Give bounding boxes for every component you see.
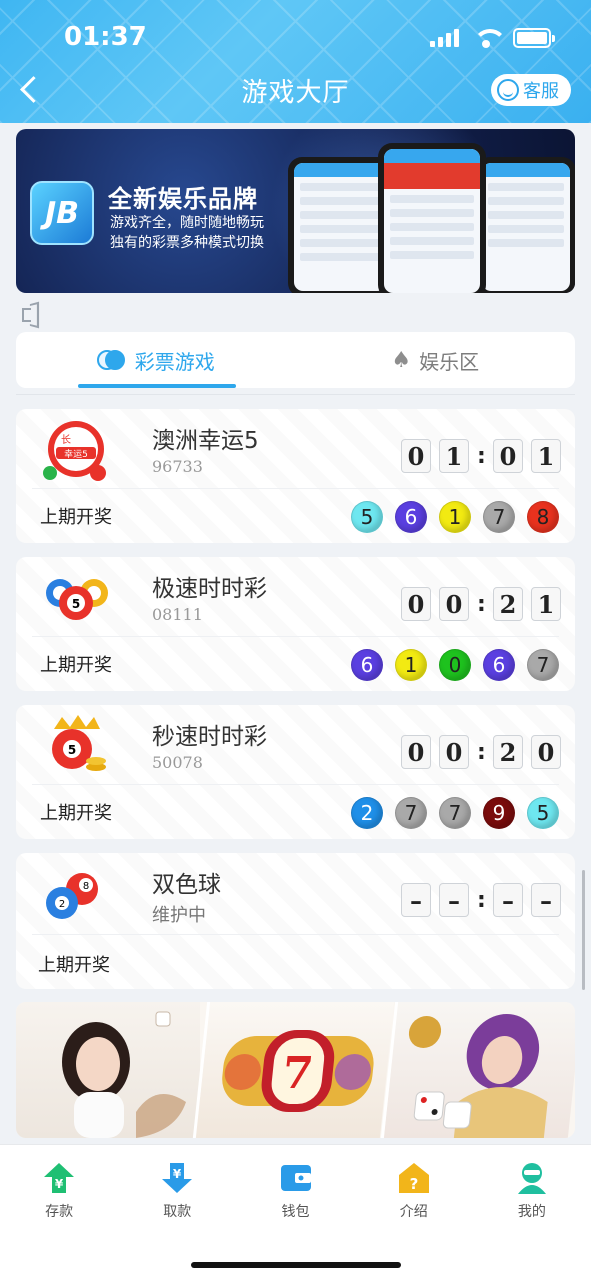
spade-icon: ♠: [391, 347, 412, 373]
scrollbar[interactable]: [582, 870, 585, 990]
lucky5-logo-icon: 幸运5 长: [43, 421, 106, 481]
nav-wallet[interactable]: 钱包: [236, 1145, 354, 1225]
divider: [16, 394, 575, 395]
dice-woman-illustration: [408, 1014, 548, 1138]
headset-icon: [497, 79, 519, 101]
result-ball: 6: [351, 649, 383, 681]
game-card-shuangseqiu[interactable]: 8 2 双色球 维护中 – – : – – 上期开奖: [16, 853, 575, 989]
svg-text:?: ?: [409, 1175, 418, 1193]
tab-lottery-label: 彩票游戏: [134, 349, 215, 374]
battery-icon: [513, 28, 555, 48]
result-ball: 8: [527, 501, 559, 533]
svg-text:¥: ¥: [173, 1167, 182, 1181]
tab-lottery[interactable]: 彩票游戏: [16, 332, 296, 388]
home-indicator[interactable]: [191, 1262, 401, 1268]
countdown-timer: – – : – –: [401, 883, 561, 917]
customer-service-button[interactable]: 客服: [491, 74, 571, 106]
brand-logo: JB: [30, 181, 94, 245]
countdown-timer: 0 0 : 2 0: [401, 735, 561, 769]
result-ball: 7: [439, 797, 471, 829]
svg-text:5: 5: [72, 597, 80, 611]
slot-machine-illustration: 7: [222, 1030, 374, 1112]
svg-text:幸运5: 幸运5: [64, 449, 88, 460]
game-issue: 96733: [152, 457, 203, 476]
lottery-balls-logo-icon: 5: [46, 579, 108, 620]
svg-text:¥: ¥: [55, 1177, 64, 1191]
app-header: 01:37 游戏大厅 客服: [0, 0, 591, 123]
promo-dice-games[interactable]: [380, 1002, 575, 1138]
game-name: 澳洲幸运5: [152, 428, 259, 454]
nav-withdraw[interactable]: ¥ 取款: [118, 1145, 236, 1225]
result-ball: 6: [483, 649, 515, 681]
category-tabs: 彩票游戏 ♠ 娱乐区: [16, 332, 575, 388]
game-issue: 08111: [152, 605, 203, 624]
result-ball: 7: [527, 649, 559, 681]
last-draw-label: 上期开奖: [40, 803, 112, 824]
svg-text:5: 5: [68, 743, 76, 757]
status-icons: [430, 28, 555, 48]
game-issue: 50078: [152, 753, 203, 772]
game-name: 双色球: [152, 872, 221, 898]
dealer-woman-illustration: [62, 1011, 186, 1138]
last-draw-balls: 61067: [351, 649, 559, 681]
promo-slots[interactable]: 7: [193, 1002, 395, 1138]
phone-mockup-left: [288, 157, 392, 293]
profile-icon: [517, 1163, 546, 1194]
intro-icon: ?: [398, 1163, 429, 1193]
nav-profile[interactable]: 我的: [473, 1145, 591, 1225]
tab-entertainment-label: 娱乐区: [419, 349, 480, 374]
deposit-icon: ¥: [44, 1163, 75, 1193]
banner-title: 全新娱乐品牌: [108, 185, 258, 213]
game-card-aozhou-lucky5[interactable]: 幸运5 长 澳洲幸运5 96733 0 1 : 0 1 上期开奖 56178: [16, 409, 575, 543]
svg-text:7: 7: [280, 1048, 316, 1099]
countdown-timer: 0 1 : 0 1: [401, 439, 561, 473]
countdown-timer: 0 0 : 2 1: [401, 587, 561, 621]
game-status: 维护中: [152, 905, 206, 926]
lottery-ball-icon: [96, 348, 127, 372]
result-ball: 5: [527, 797, 559, 829]
double-color-ball-logo-icon: 8 2: [46, 873, 98, 919]
last-draw-label: 上期开奖: [40, 655, 112, 676]
status-time: 01:37: [64, 22, 147, 52]
result-ball: 1: [439, 501, 471, 533]
last-draw-balls: 27795: [351, 797, 559, 829]
signal-icon: [430, 29, 459, 47]
result-ball: 1: [395, 649, 427, 681]
banner-subtitle: 游戏齐全，随时随地畅玩 独有的彩票多种模式切换: [110, 215, 264, 251]
game-name: 秒速时时彩: [152, 724, 267, 750]
result-ball: 7: [395, 797, 427, 829]
result-ball: 5: [351, 501, 383, 533]
result-ball: 6: [395, 501, 427, 533]
game-card-miaosu-ssc[interactable]: 5 秒速时时彩 50078 0 0 : 2 0 上期开奖 27795: [16, 705, 575, 839]
entertainment-promo-banner[interactable]: 7: [16, 1002, 575, 1138]
speaker-icon[interactable]: [22, 302, 48, 324]
nav-intro[interactable]: ? 介绍: [355, 1145, 473, 1225]
bottom-navigation: ¥ 存款 ¥ 取款 钱包 ? 介绍 我的: [0, 1144, 591, 1280]
wifi-icon: [473, 29, 507, 48]
promo-live-dealer[interactable]: [16, 1002, 201, 1138]
promo-banner[interactable]: JB 全新娱乐品牌 游戏齐全，随时随地畅玩 独有的彩票多种模式切换: [16, 129, 575, 293]
svg-text:长: 长: [61, 434, 71, 446]
svg-text:8: 8: [83, 881, 89, 892]
result-ball: 7: [483, 501, 515, 533]
last-draw-balls: 56178: [351, 501, 559, 533]
game-card-jisu-ssc[interactable]: 5 极速时时彩 08111 0 0 : 2 1 上期开奖 61067: [16, 557, 575, 691]
svg-text:2: 2: [59, 899, 65, 910]
phone-mockup-right: [476, 157, 575, 293]
game-name: 极速时时彩: [152, 576, 267, 602]
last-draw-label: 上期开奖: [38, 955, 110, 976]
result-ball: 0: [439, 649, 471, 681]
crown-ball-logo-icon: 5: [52, 715, 106, 771]
withdraw-icon: ¥: [162, 1163, 193, 1193]
customer-service-label: 客服: [523, 81, 559, 102]
wallet-icon: [280, 1165, 311, 1191]
last-draw-label: 上期开奖: [40, 507, 112, 528]
nav-deposit[interactable]: ¥ 存款: [0, 1145, 118, 1225]
result-ball: 2: [351, 797, 383, 829]
result-ball: 9: [483, 797, 515, 829]
phone-mockup-center: [378, 143, 486, 293]
tab-entertainment[interactable]: ♠ 娱乐区: [296, 332, 576, 388]
